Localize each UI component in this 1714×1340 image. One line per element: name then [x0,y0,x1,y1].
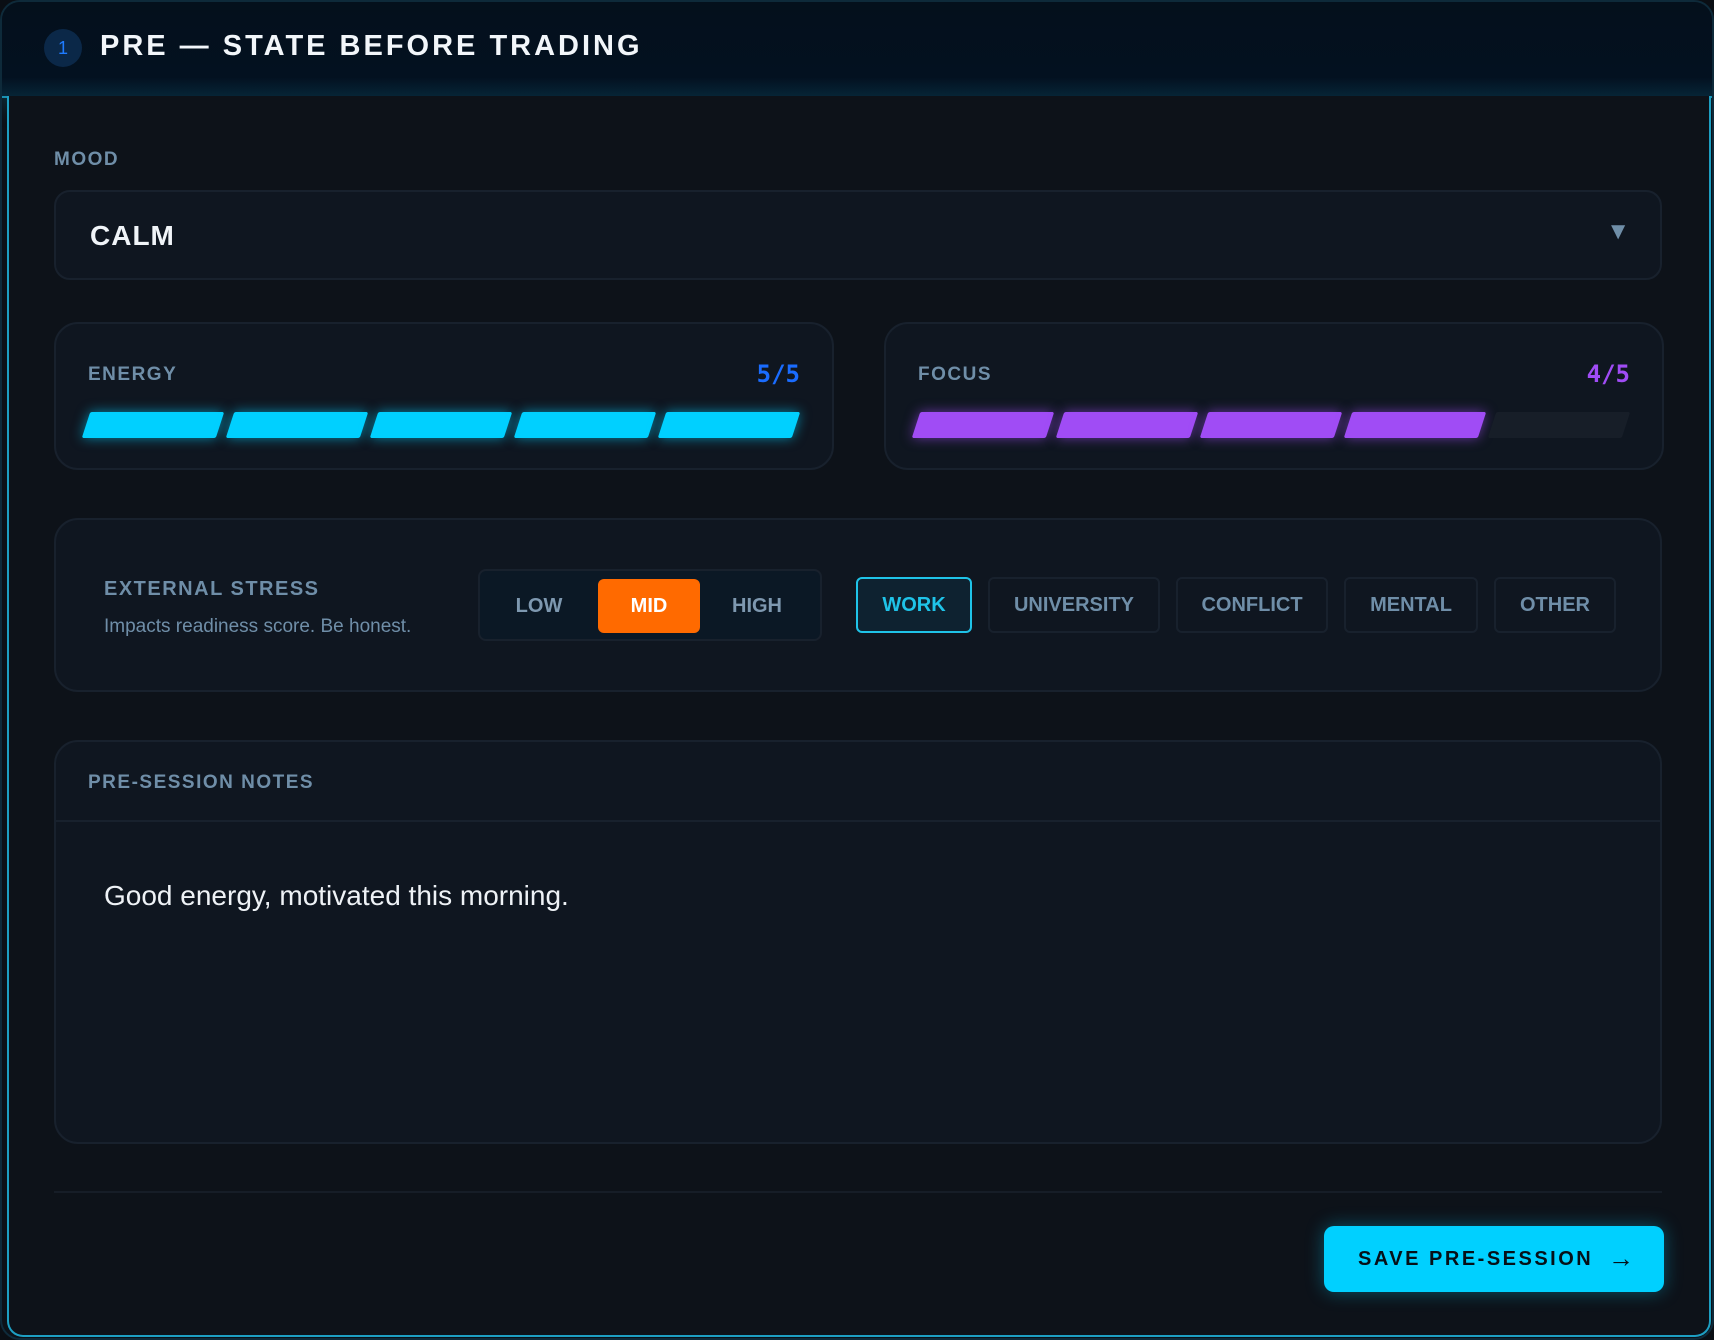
focus-segment[interactable] [1487,412,1631,438]
mood-select[interactable]: CALM ▼ [54,190,1662,280]
stress-source-other[interactable]: OTHER [1494,577,1616,633]
external-stress-card: EXTERNAL STRESS Impacts readiness score.… [54,518,1662,692]
focus-segment[interactable] [1343,412,1487,438]
notes-textarea[interactable]: Good energy, motivated this morning. [104,880,569,912]
energy-segment[interactable] [369,412,513,438]
focus-label: FOCUS [918,364,992,385]
stress-level-low[interactable]: LOW [488,579,590,633]
panel-header: 1 PRE — STATE BEFORE TRADING [2,2,1712,98]
step-badge: 1 [44,29,82,67]
save-pre-session-button[interactable]: SAVE PRE-SESSION → [1324,1226,1664,1292]
stress-source-work[interactable]: WORK [856,577,972,633]
focus-segment[interactable] [911,412,1055,438]
focus-segments [911,412,1636,438]
energy-meter: ENERGY 5/5 [54,322,834,470]
energy-segment[interactable] [657,412,801,438]
focus-value: 4/5 [1586,360,1630,388]
energy-segment[interactable] [513,412,657,438]
notes-label: PRE-SESSION NOTES [88,772,315,793]
footer-divider [54,1191,1662,1193]
focus-meter: FOCUS 4/5 [884,322,1664,470]
energy-segment[interactable] [225,412,369,438]
focus-segment[interactable] [1199,412,1343,438]
energy-label: ENERGY [88,364,178,385]
notes-header: PRE-SESSION NOTES [56,742,1660,822]
stress-title: EXTERNAL STRESS [104,578,320,600]
stress-source-university[interactable]: UNIVERSITY [988,577,1160,633]
panel-body [7,96,1711,1337]
energy-value: 5/5 [756,360,800,388]
mood-selected-value: CALM [90,220,175,251]
panel-title: PRE — STATE BEFORE TRADING [100,30,643,62]
pre-session-panel: 1 PRE — STATE BEFORE TRADING MOOD CALM ▼… [0,0,1714,1340]
stress-level-selector: LOW MID HIGH [478,569,822,641]
mood-label: MOOD [54,149,120,170]
focus-segment[interactable] [1055,412,1199,438]
stress-level-high[interactable]: HIGH [706,579,808,633]
save-button-label: SAVE PRE-SESSION [1358,1248,1594,1270]
stress-source-conflict[interactable]: CONFLICT [1176,577,1328,633]
energy-segments [81,412,806,438]
stress-level-mid[interactable]: MID [598,579,700,633]
chevron-down-icon: ▼ [1606,218,1630,245]
energy-segment[interactable] [81,412,225,438]
pre-session-notes-card: PRE-SESSION NOTES Good energy, motivated… [54,740,1662,1144]
stress-hint: Impacts readiness score. Be honest. [104,616,412,637]
arrow-right-icon: → [1608,1243,1634,1273]
stress-source-mental[interactable]: MENTAL [1344,577,1478,633]
